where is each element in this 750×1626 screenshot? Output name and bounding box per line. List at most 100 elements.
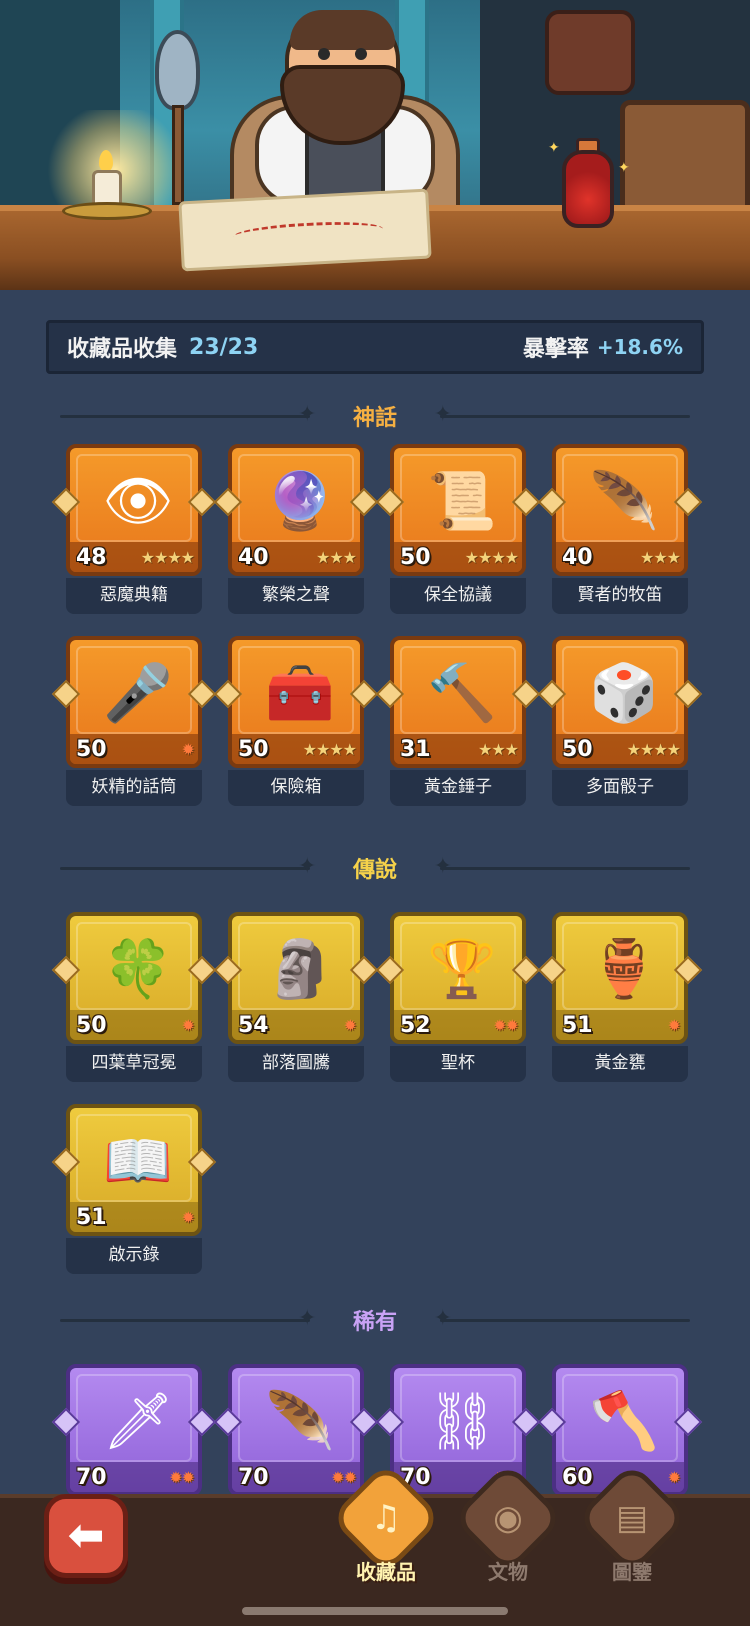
book-icon: ▤ — [615, 1498, 649, 1538]
item-level: 51 — [562, 1012, 593, 1038]
demon-book-icon: 👁 — [102, 469, 174, 534]
collectible-tile: 📜 50 ★★★★ — [390, 444, 526, 576]
item-level: 31 — [400, 736, 431, 762]
section-header-legend: ✦ 傳說 ✦ — [50, 850, 700, 886]
item-name: 妖精的話筒 — [66, 770, 202, 806]
collectible-card[interactable]: 🎲 50 ★★★★ 多面骰子 — [537, 636, 703, 806]
item-name: 部落圖騰 — [228, 1046, 364, 1082]
collectible-tile: 🔨 31 ★★★ — [390, 636, 526, 768]
item-name: 聖杯 — [390, 1046, 526, 1082]
collectible-card[interactable]: 🏆 52 ✹✹ 聖杯 — [375, 912, 541, 1082]
dwarf-eye — [355, 48, 367, 60]
star-rating: ✹✹ — [493, 1015, 519, 1035]
shovel-icon — [155, 30, 200, 110]
nav-tab-label: 圖鑒 — [612, 1560, 652, 1584]
item-level: 50 — [76, 736, 107, 762]
crit-rate-label: 暴擊率 — [522, 337, 589, 362]
item-name: 繁榮之聲 — [228, 578, 364, 614]
item-level: 70 — [238, 1464, 269, 1490]
star-rating: ✹ — [181, 1207, 195, 1227]
star-rating: ✹ — [181, 1015, 195, 1035]
nav-tab-label: 收藏品 — [356, 1560, 416, 1584]
item-name: 保險箱 — [228, 770, 364, 806]
nav-tab-label: 文物 — [488, 1560, 528, 1584]
collectible-card[interactable]: 📖 51 ✹ 啟示錄 — [51, 1104, 217, 1274]
collectible-tile: 🗡 70 ✹✹ — [66, 1364, 202, 1496]
holy-grail-icon: 🏆 — [427, 937, 497, 1002]
golden-urn-icon: 🏺 — [589, 937, 659, 1002]
totem-decoration — [545, 10, 635, 95]
collectible-card[interactable]: 🔮 40 ★★★ 繁榮之聲 — [213, 444, 379, 614]
collectible-tile: 🪶 70 ✹✹ — [228, 1364, 364, 1496]
level-bar: 40 ★★★ — [556, 542, 684, 572]
item-name: 黃金錘子 — [390, 770, 526, 806]
level-bar: 48 ★★★★ — [70, 542, 198, 572]
back-arrow-icon: ⬅ — [67, 1510, 105, 1561]
contract-scroll-icon: 📜 — [427, 469, 497, 534]
item-level: 51 — [76, 1204, 107, 1230]
collectible-card[interactable]: 🏺 51 ✹ 黃金甕 — [537, 912, 703, 1082]
level-bar: 52 ✹✹ — [394, 1010, 522, 1040]
collectible-card[interactable]: 👁 48 ★★★★ 惡魔典籍 — [51, 444, 217, 614]
home-indicator[interactable] — [242, 1607, 508, 1615]
nav-tab[interactable]: ◉ 文物 — [451, 1461, 565, 1598]
level-bar: 50 ★★★★ — [232, 734, 360, 764]
item-level: 50 — [400, 544, 431, 570]
red-potion-icon — [562, 150, 614, 228]
ice-dagger-icon: 🗡 — [102, 1389, 174, 1454]
tribal-totem-icon: 🗿 — [265, 937, 335, 1002]
thorn-shackles-icon: ⛓ — [426, 1389, 498, 1454]
star-rating: ★★★ — [639, 547, 681, 567]
collectible-card[interactable]: 🍀 50 ✹ 四葉草冠冕 — [51, 912, 217, 1082]
sparkle-icon: ✦ — [618, 160, 630, 176]
item-name: 黃金甕 — [552, 1046, 688, 1082]
sparkle-icon: ✦ — [548, 140, 560, 156]
dice-icon: 🎲 — [589, 661, 659, 726]
section-header-mythic: ✦ 神話 ✦ — [50, 398, 700, 434]
level-bar: 40 ★★★ — [232, 542, 360, 572]
collectible-tile: 🏺 51 ✹ — [552, 912, 688, 1044]
nav-tab[interactable]: ♫ 收藏品 — [329, 1461, 443, 1598]
item-level: 70 — [76, 1464, 107, 1490]
collectible-tile: 🗿 54 ✹ — [228, 912, 364, 1044]
eye-icon: ◉ — [493, 1498, 523, 1538]
clover-crown-icon: 🍀 — [103, 937, 173, 1002]
level-bar: 54 ✹ — [232, 1010, 360, 1040]
star-rating: ★★★★ — [140, 547, 195, 567]
item-name: 四葉草冠冕 — [66, 1046, 202, 1082]
stone-axe-icon: 🪓 — [589, 1389, 659, 1454]
treasure-map — [178, 188, 432, 272]
collectible-tile: 📖 51 ✹ — [66, 1104, 202, 1236]
collectible-card[interactable]: 🔨 31 ★★★ 黃金錘子 — [375, 636, 541, 806]
item-level: 50 — [238, 736, 269, 762]
star-rating: ✹✹ — [169, 1467, 195, 1487]
item-level: 54 — [238, 1012, 269, 1038]
star-rating: ✹ — [667, 1015, 681, 1035]
fire-feather-icon: 🪶 — [265, 1389, 335, 1454]
item-name: 惡魔典籍 — [66, 578, 202, 614]
collectible-tile: 🎲 50 ★★★★ — [552, 636, 688, 768]
golden-hammer-icon: 🔨 — [427, 661, 497, 726]
revelation-book-icon: 📖 — [103, 1129, 173, 1194]
item-level: 40 — [562, 544, 593, 570]
level-bar: 50 ★★★★ — [556, 734, 684, 764]
back-button[interactable]: ⬅ — [44, 1494, 128, 1578]
item-name: 賢者的牧笛 — [552, 578, 688, 614]
item-level: 52 — [400, 1012, 431, 1038]
prosperity-orb-icon: 🔮 — [265, 469, 335, 534]
item-name: 多面骰子 — [552, 770, 688, 806]
level-bar: 50 ✹ — [70, 734, 198, 764]
collectible-card[interactable]: 📜 50 ★★★★ 保全協議 — [375, 444, 541, 614]
level-bar: 70 ✹✹ — [70, 1462, 198, 1492]
collectible-card[interactable]: 🎤 50 ✹ 妖精的話筒 — [51, 636, 217, 806]
collectible-card[interactable]: 🪶 40 ★★★ 賢者的牧笛 — [537, 444, 703, 614]
flute-icon: 🪶 — [589, 469, 659, 534]
item-level: 50 — [562, 736, 593, 762]
collectible-card[interactable]: 🗿 54 ✹ 部落圖騰 — [213, 912, 379, 1082]
collectible-card[interactable]: 🧰 50 ★★★★ 保險箱 — [213, 636, 379, 806]
section-header-rare: ✦ 稀有 ✦ — [50, 1302, 700, 1338]
collectible-tile: 🧰 50 ★★★★ — [228, 636, 364, 768]
collectible-tile: 👁 48 ★★★★ — [66, 444, 202, 576]
collectible-tile: 🍀 50 ✹ — [66, 912, 202, 1044]
nav-tab[interactable]: ▤ 圖鑒 — [575, 1461, 689, 1598]
